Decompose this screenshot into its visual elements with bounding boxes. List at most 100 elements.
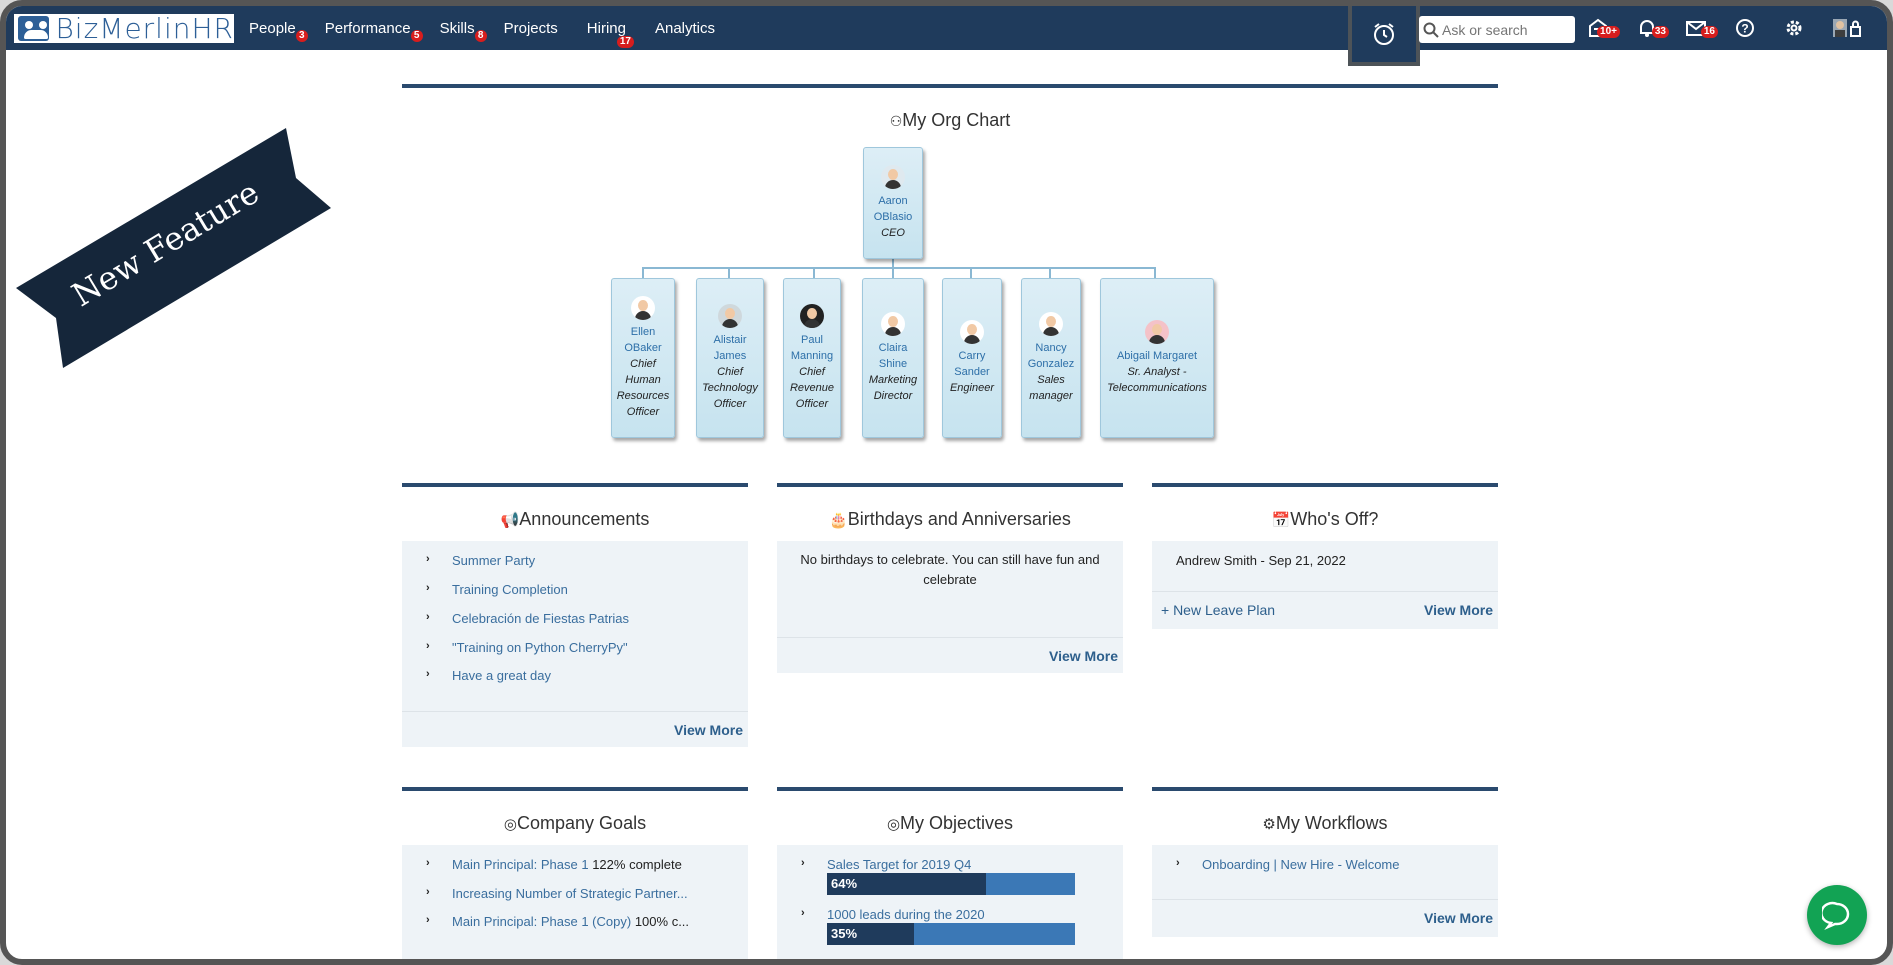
new-leave-plan-link[interactable]: + New Leave Plan xyxy=(1161,602,1275,618)
svg-text:?: ? xyxy=(1741,22,1748,36)
goal-status: 122% complete xyxy=(592,857,682,872)
objectives-header: ◎My Objectives xyxy=(777,813,1123,834)
org-chart-header: ⚇My Org Chart xyxy=(402,110,1498,131)
chevron-right-icon: › xyxy=(426,582,430,594)
whos-off-view-more[interactable]: View More xyxy=(1424,602,1493,618)
time-clock-button[interactable] xyxy=(1348,6,1420,66)
workflows-title: My Workflows xyxy=(1275,813,1388,833)
avatar xyxy=(960,320,984,344)
org-card-name: Aaron OBlasio xyxy=(873,195,913,223)
announcements-view-more[interactable]: View More xyxy=(674,722,743,738)
org-card-role: Marketing Director xyxy=(868,374,918,402)
help-button[interactable]: ? xyxy=(1733,16,1757,40)
settings-button[interactable] xyxy=(1782,16,1806,40)
company-goals-divider xyxy=(402,787,748,791)
nav-projects[interactable]: Projects xyxy=(504,20,558,37)
announcement-link[interactable]: Have a great day xyxy=(452,668,551,683)
search-box[interactable] xyxy=(1419,16,1575,43)
chevron-right-icon: › xyxy=(426,611,430,623)
target-icon: ◎ xyxy=(886,816,901,833)
objective-link[interactable]: 1000 leads during the 2020 xyxy=(827,907,985,922)
list-item[interactable]: › 100 leads (from the org1000 goal) xyxy=(801,957,1023,959)
avatar xyxy=(881,312,905,336)
progress-bar: 64% xyxy=(827,873,1075,895)
inbox-button[interactable]: 10+ xyxy=(1586,16,1620,40)
chevron-right-icon: › xyxy=(801,857,805,869)
chat-bubble-icon xyxy=(1822,901,1850,930)
org-card[interactable]: Nancy Gonzalez Sales manager xyxy=(1021,278,1081,438)
list-item[interactable]: › Celebración de Fiestas Patrias xyxy=(426,611,629,626)
org-card-name: Claira Shine xyxy=(878,342,908,370)
objective-link[interactable]: 100 leads (from the org1000 goal) xyxy=(827,957,1023,959)
whos-off-entry: Andrew Smith - Sep 21, 2022 xyxy=(1176,553,1346,568)
workflow-link[interactable]: Onboarding | New Hire - Welcome xyxy=(1202,857,1400,872)
list-item[interactable]: › Onboarding | New Hire - Welcome xyxy=(1176,857,1400,872)
list-item[interactable]: › Have a great day xyxy=(426,668,551,683)
goal-status: 100% c... xyxy=(634,914,690,929)
workflows-divider xyxy=(1152,787,1498,791)
announcements-header: 📢Announcements xyxy=(402,509,748,530)
chevron-right-icon: › xyxy=(426,857,430,869)
announcement-link[interactable]: Summer Party xyxy=(452,553,535,568)
org-card[interactable]: Ellen OBaker Chief Human Resources Offic… xyxy=(611,278,675,438)
nav-skills[interactable]: Skills 8 xyxy=(440,20,487,42)
notifications-button[interactable]: 33 xyxy=(1635,16,1669,40)
birthdays-view-more[interactable]: View More xyxy=(1049,648,1118,664)
org-card-root[interactable]: Aaron OBlasio CEO xyxy=(863,147,923,259)
org-card[interactable]: Alistair James Chief Technology Officer xyxy=(696,278,764,438)
chevron-right-icon: › xyxy=(426,640,430,652)
goal-link[interactable]: Main Principal: Phase 1 xyxy=(452,857,589,872)
chat-button[interactable] xyxy=(1807,885,1867,945)
people-logo-icon xyxy=(18,16,50,41)
user-lock-icon xyxy=(1833,19,1861,37)
goal-link[interactable]: Increasing Number of Strategic Partner..… xyxy=(452,886,688,901)
workflows-view-more[interactable]: View More xyxy=(1424,910,1493,926)
org-card-role: Sales manager xyxy=(1029,374,1073,402)
org-card-role: CEO xyxy=(881,227,905,239)
nav-hiring[interactable]: Hiring 17 xyxy=(587,20,634,48)
messages-button[interactable]: 16 xyxy=(1684,16,1718,40)
nav-people[interactable]: People 3 xyxy=(249,19,308,42)
announcement-link[interactable]: Training Completion xyxy=(452,582,568,597)
target-icon: ◎ xyxy=(503,816,518,833)
chevron-right-icon: › xyxy=(1176,857,1180,869)
profile-button[interactable] xyxy=(1831,16,1863,40)
nav-projects-label: Projects xyxy=(503,19,558,37)
list-item[interactable]: › Sales Target for 2019 Q4 xyxy=(801,857,971,872)
birthdays-message: No birthdays to celebrate. You can still… xyxy=(800,552,1100,587)
progress-bar: 35% xyxy=(827,923,1075,945)
list-item[interactable]: › Main Principal: Phase 1 (Copy) 100% c..… xyxy=(426,914,690,929)
org-card[interactable]: Carry Sander Engineer xyxy=(942,278,1002,438)
nav-performance-label: Performance xyxy=(324,19,411,37)
nav-analytics[interactable]: Analytics xyxy=(655,20,715,37)
org-card[interactable]: Claira Shine Marketing Director xyxy=(862,278,924,438)
objectives-title: My Objectives xyxy=(900,813,1014,833)
announcements-title: Announcements xyxy=(519,509,650,529)
list-item[interactable]: › "Training on Python CherryPy" xyxy=(426,640,628,655)
whos-off-divider xyxy=(1152,483,1498,487)
announcement-link[interactable]: Celebración de Fiestas Patrias xyxy=(452,611,629,626)
list-item[interactable]: › 1000 leads during the 2020 xyxy=(801,907,985,922)
cake-icon: 🎂 xyxy=(829,512,848,529)
brand-logo[interactable]: BizMerlinHR xyxy=(14,12,234,45)
progress-fill: 35% xyxy=(827,923,914,945)
objective-link[interactable]: Sales Target for 2019 Q4 xyxy=(827,857,971,872)
org-card[interactable]: Abigail Margaret Sr. Analyst - Telecommu… xyxy=(1100,278,1214,438)
objectives-divider xyxy=(777,787,1123,791)
org-card-role: Chief Human Resources Officer xyxy=(616,358,670,418)
list-item[interactable]: › Training Completion xyxy=(426,582,568,597)
nav-people-label: People xyxy=(249,19,296,37)
search-input[interactable] xyxy=(1442,21,1572,38)
org-card-role: Engineer xyxy=(949,382,995,394)
list-item[interactable]: › Main Principal: Phase 1 122% complete xyxy=(426,857,682,872)
chevron-right-icon: › xyxy=(426,914,430,926)
org-card[interactable]: Paul Manning Chief Revenue Officer xyxy=(783,278,841,438)
announcement-link[interactable]: "Training on Python CherryPy" xyxy=(452,640,628,655)
help-icon: ? xyxy=(1736,19,1754,37)
org-card-name: Abigail Margaret xyxy=(1116,350,1198,362)
goal-link[interactable]: Main Principal: Phase 1 (Copy) xyxy=(452,914,631,929)
nav-performance[interactable]: Performance 5 xyxy=(324,19,423,42)
megaphone-icon: 📢 xyxy=(500,512,520,529)
list-item[interactable]: › Summer Party xyxy=(426,553,535,568)
list-item[interactable]: › Increasing Number of Strategic Partner.… xyxy=(426,886,688,901)
